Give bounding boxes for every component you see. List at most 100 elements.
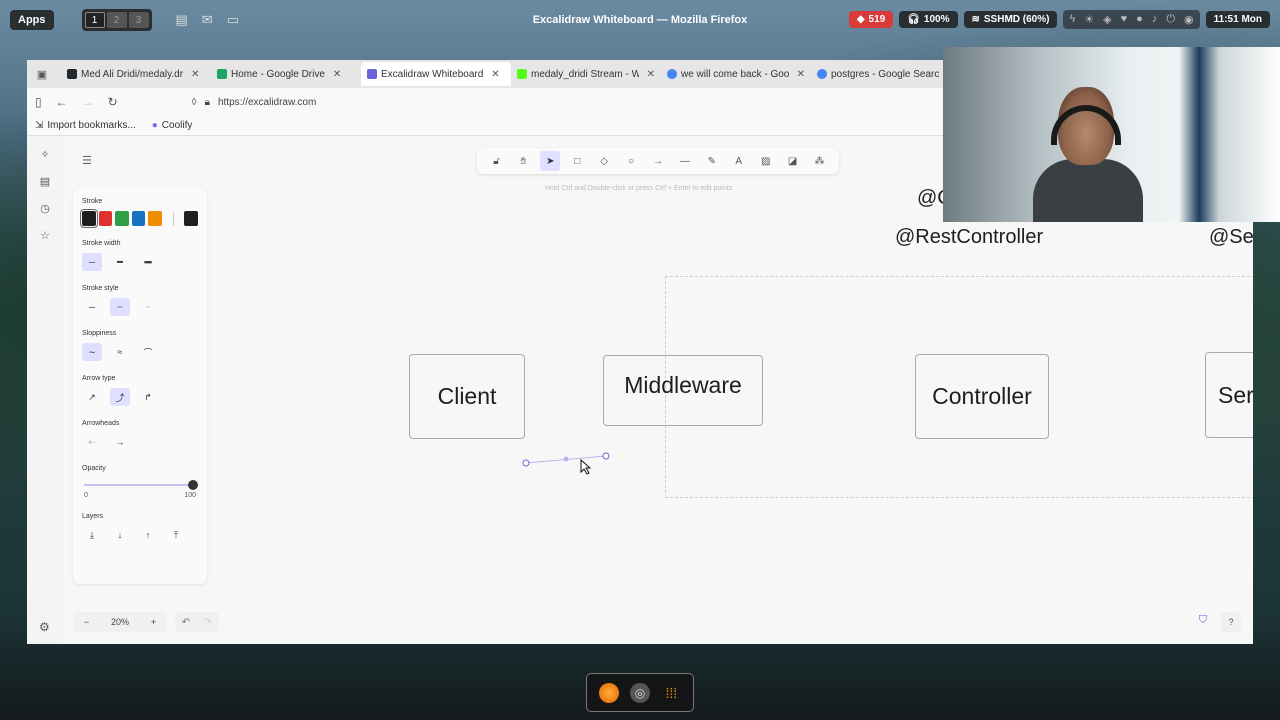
selection-tool-icon[interactable]: ➤ — [540, 151, 561, 171]
stroke-bold-option[interactable]: ━ — [110, 253, 130, 271]
sloppiness-architect-option[interactable]: ∼ — [82, 343, 102, 361]
send-to-back-icon[interactable]: ⤓ — [82, 526, 102, 544]
folder-icon[interactable]: ▭ — [227, 12, 239, 28]
stroke-solid-option[interactable]: ─ — [82, 298, 102, 316]
workspace-2[interactable]: 2 — [106, 12, 127, 28]
mail-icon[interactable]: ✉ — [202, 12, 213, 28]
stroke-thin-option[interactable]: ─ — [82, 253, 102, 271]
close-icon[interactable]: ✕ — [333, 69, 341, 80]
back-icon[interactable]: ← — [56, 95, 68, 109]
help-icon[interactable]: ? — [1221, 612, 1241, 632]
arrow-being-drawn[interactable] — [493, 446, 613, 486]
stroke-swatch-blue[interactable] — [131, 211, 146, 226]
bookmark-coolify[interactable]: ● Coolify — [152, 120, 193, 131]
arrow-start-handle[interactable] — [522, 459, 530, 467]
firefox-icon[interactable] — [598, 682, 619, 703]
apps-button[interactable]: Apps — [10, 10, 54, 30]
tab-github[interactable]: Med Ali Dridi/medaly.dr ✕ — [61, 62, 211, 86]
close-icon[interactable]: ✕ — [191, 69, 199, 80]
workspace-3[interactable]: 3 — [128, 12, 149, 28]
notification-badge[interactable]: ◆ 519 — [848, 11, 894, 28]
slider-thumb[interactable] — [188, 480, 198, 490]
opacity-slider[interactable] — [82, 478, 198, 492]
tab-excalidraw[interactable]: Excalidraw Whiteboard ✕ — [361, 62, 511, 86]
ellipse-tool-icon[interactable]: ○ — [621, 151, 641, 171]
arrow-sharp-option[interactable]: ↗ — [82, 388, 102, 406]
bring-to-front-icon[interactable]: ⤒ — [166, 526, 186, 544]
bolt-icon[interactable]: ϟ — [1069, 13, 1075, 26]
tab-google-search-2[interactable]: postgres - Google Searc — [811, 62, 961, 86]
bell-icon[interactable]: ♪ — [1152, 13, 1158, 26]
stroke-swatch-black[interactable] — [80, 209, 98, 228]
sidebar-toggle-icon[interactable]: ▯ — [35, 95, 42, 109]
draw-tool-icon[interactable]: ✎ — [702, 151, 722, 171]
star-icon[interactable]: ☆ — [40, 229, 50, 242]
clock[interactable]: 11:51 Mon — [1205, 11, 1270, 28]
tab-kick-stream[interactable]: medaly_dridi Stream - W ✕ — [511, 62, 661, 86]
arrowhead-start-option[interactable]: ⇠ — [82, 433, 102, 451]
zoom-level[interactable]: 20% — [111, 617, 129, 627]
arrowhead-end-option[interactable]: → — [110, 433, 130, 451]
lock-tool-icon[interactable]: 🔓︎ — [486, 151, 506, 171]
zoom-in-button[interactable]: + — [151, 617, 156, 627]
image-tool-icon[interactable]: ▨ — [756, 151, 776, 171]
power-icon[interactable]: ⏻ — [1166, 13, 1175, 26]
settings-icon[interactable]: ⚙ — [39, 620, 50, 634]
hand-tool-icon[interactable]: ✋︎ — [513, 151, 533, 171]
undo-icon[interactable]: ↶ — [182, 617, 190, 628]
heart-icon[interactable]: ♥ — [1121, 13, 1128, 26]
rectangle-tool-icon[interactable]: □ — [567, 151, 587, 171]
rest-controller-annotation[interactable]: @RestController — [895, 226, 1043, 249]
url-bar[interactable]: ◊ 🔒︎ https://excalidraw.com — [192, 97, 317, 108]
wifi-indicator[interactable]: ≋ SSHMD (60%) — [963, 11, 1058, 28]
reload-icon[interactable]: ↻ — [108, 95, 118, 109]
obs-icon[interactable]: ◎ — [629, 682, 650, 703]
stroke-dotted-option[interactable]: ┈ — [138, 298, 158, 316]
controller-box[interactable]: Controller — [915, 354, 1049, 439]
workspace-1[interactable]: 1 — [84, 12, 105, 28]
circle-icon[interactable]: ◉ — [1184, 13, 1194, 26]
stroke-swatch-green[interactable] — [115, 211, 129, 226]
send-backward-icon[interactable]: ↓ — [110, 526, 130, 544]
text-tool-icon[interactable]: A — [729, 151, 749, 171]
forward-icon[interactable]: → — [82, 95, 94, 109]
eraser-tool-icon[interactable]: ◪ — [783, 151, 803, 171]
service-box[interactable]: Servi — [1205, 352, 1253, 438]
redo-icon[interactable]: ↷ — [204, 617, 212, 628]
brightness-icon[interactable]: ☀ — [1084, 13, 1094, 26]
line-tool-icon[interactable]: — — [675, 151, 695, 171]
close-icon[interactable]: ✕ — [491, 69, 499, 80]
current-stroke-swatch[interactable] — [184, 211, 198, 226]
stroke-dashed-option[interactable]: ┄ — [110, 298, 130, 316]
bookmarks-icon[interactable]: ▤ — [40, 175, 50, 188]
arrow-elbow-option[interactable]: ↱ — [138, 388, 158, 406]
close-icon[interactable]: ✕ — [647, 69, 655, 80]
bring-forward-icon[interactable]: ↑ — [138, 526, 158, 544]
client-box[interactable]: Client — [409, 354, 525, 439]
stroke-swatch-orange[interactable] — [148, 211, 162, 226]
arrow-tool-icon[interactable]: → — [648, 151, 668, 171]
diamond-tool-icon[interactable]: ◇ — [594, 151, 614, 171]
record-icon[interactable]: ● — [1136, 13, 1143, 26]
stroke-extra-bold-option[interactable]: ━ — [138, 253, 158, 271]
arrow-curved-option[interactable]: ⤴ — [110, 388, 130, 406]
terminal-icon[interactable]: ▤ — [176, 12, 188, 28]
hamburger-menu-icon[interactable]: ☰ — [77, 150, 97, 170]
encryption-shield-icon[interactable]: ⛉ — [1199, 614, 1207, 627]
close-icon[interactable]: ✕ — [797, 69, 805, 80]
middleware-box[interactable]: Middleware — [603, 355, 763, 426]
history-icon[interactable]: ◷ — [40, 202, 50, 215]
stroke-swatch-red[interactable] — [98, 211, 113, 226]
more-tools-icon[interactable]: ⁂ — [810, 151, 830, 171]
bookmark-import[interactable]: ⇲ Import bookmarks... — [35, 120, 136, 131]
tab-list-icon[interactable]: ▣ — [31, 68, 53, 81]
arrow-end-handle[interactable] — [602, 452, 610, 460]
app-grid-icon[interactable]: ⁞⁞⁞ — [661, 683, 681, 703]
arrow-mid-handle[interactable] — [563, 456, 569, 462]
zoom-out-button[interactable]: − — [84, 617, 89, 627]
layers-icon[interactable]: ◈ — [1103, 13, 1111, 26]
ai-chat-icon[interactable]: ✧ — [40, 148, 49, 161]
sloppiness-artist-option[interactable]: ≈ — [110, 343, 130, 361]
sloppiness-cartoonist-option[interactable]: ⌒ — [138, 343, 158, 361]
service-annotation[interactable]: @Servi — [1209, 226, 1253, 249]
